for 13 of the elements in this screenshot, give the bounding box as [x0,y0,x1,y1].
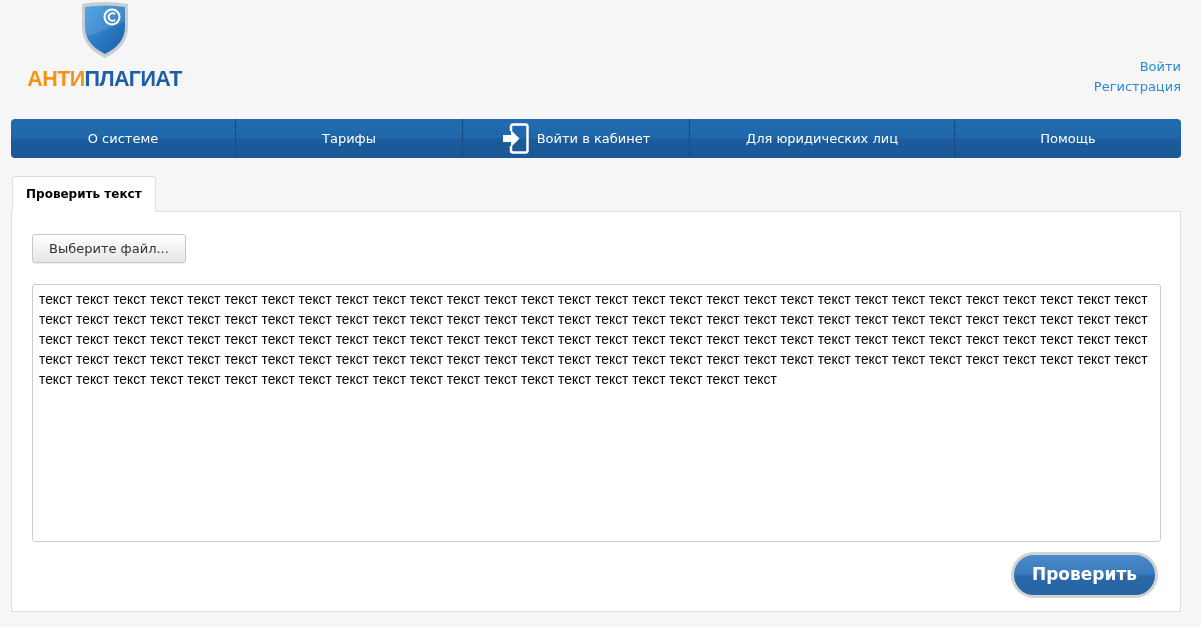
nav-link[interactable]: Войти в кабинет [462,119,689,158]
nav-link[interactable]: О системе [11,119,235,158]
tab[interactable]: Проверить текст [12,176,156,212]
logo-text: ПЛАГИАТ [84,66,182,92]
check-button[interactable]: Проверить [1010,552,1158,598]
text-input-field[interactable]: текст текст текст текст текст текст текст текст текст текст текст текст текст текст текст текст текст текст текст текст текст текст текст текст текст текст текст текст текст текст текст текст текст текст текст текст текст текст текст текст текст текст текст текст текст текст текст текст текст текст текст текст текст текст текст текст текст текст текст текст текст текст текст текст текст текст текст текст текст текст текст текст текст текст текст текст текст текст текст текст текст текст текст текст текст текст текст текст текст текст текст текст текст текст текст текст текст текст текст текст текст текст текст текст текст текст текст текст текст текст текст текст текст текст текст текст текст текст текст текст текст текст текст текст текст текст текст текст текст текст текст текст текст текст текст текст текст текст текст текст [32,284,1161,542]
account-link[interactable]: Войти [1139,58,1181,76]
nav-link[interactable]: Помощь [954,119,1181,158]
login-icon [501,123,529,154]
choose-file-button[interactable]: Выберите файл... [32,234,186,263]
nav-link[interactable]: Тарифы [235,119,462,158]
logo-text: АНТИ [27,66,85,92]
nav-link[interactable]: Для юридических лиц [689,119,954,158]
